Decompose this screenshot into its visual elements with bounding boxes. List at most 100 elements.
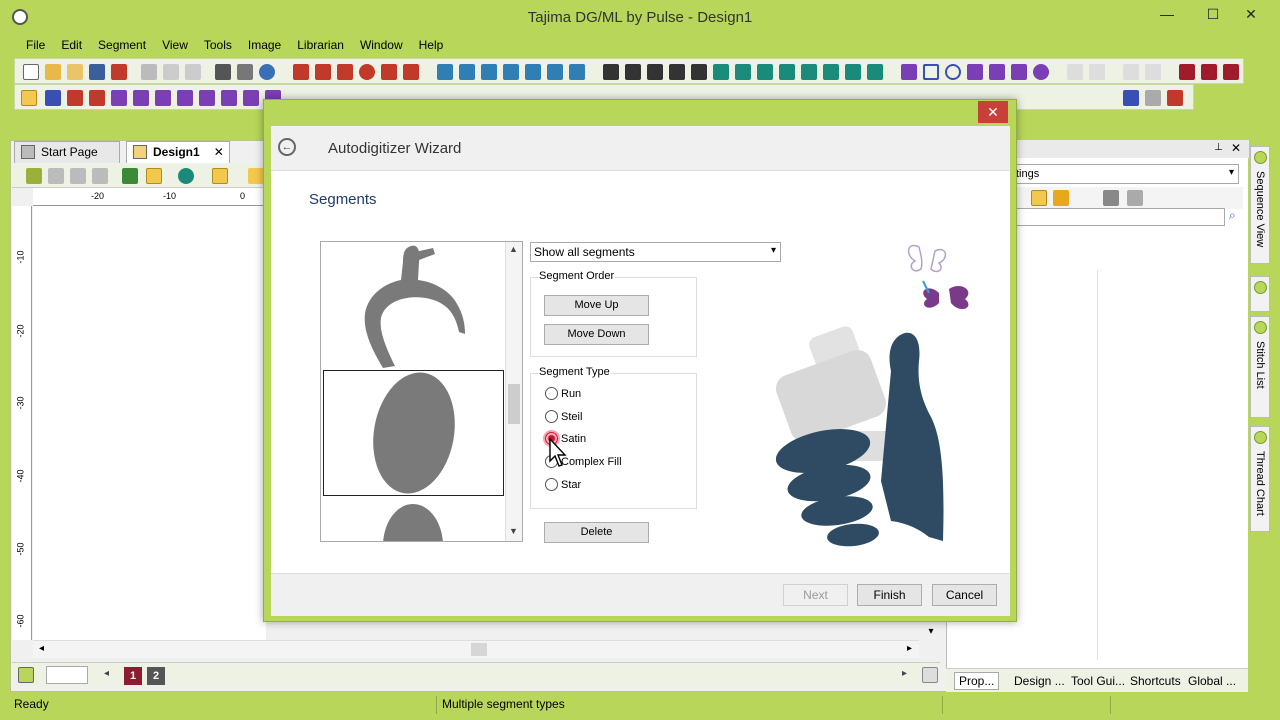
applique-icon[interactable] — [337, 64, 353, 80]
knife-icon[interactable] — [221, 90, 237, 106]
zoom-icon[interactable] — [178, 168, 194, 184]
text-shape-icon[interactable] — [1011, 64, 1027, 80]
side-tab-thread-chart[interactable]: Thread Chart — [1250, 426, 1270, 532]
arc-icon[interactable] — [1033, 64, 1049, 80]
properties-select[interactable]: tings ▾ — [1013, 164, 1239, 184]
disabled-tool-1-icon[interactable] — [1067, 64, 1083, 80]
segment-list-scrollbar[interactable]: ▲ ▼ — [505, 242, 522, 541]
machine-icon[interactable] — [1223, 64, 1239, 80]
fill-tool-12-icon[interactable] — [845, 64, 861, 80]
scroll-down-icon[interactable]: ▼ — [509, 526, 518, 536]
star-icon[interactable] — [1053, 190, 1069, 206]
stitch-filter-icon[interactable] — [48, 168, 64, 184]
settings-icon[interactable] — [1103, 190, 1119, 206]
menu-edit[interactable]: Edit — [53, 34, 90, 56]
fill-tool-4-icon[interactable] — [669, 64, 685, 80]
text-box-icon[interactable] — [403, 64, 419, 80]
page-1-button[interactable]: 1 — [124, 667, 142, 685]
fill-tool-3-icon[interactable] — [647, 64, 663, 80]
tab-properties[interactable]: Prop... — [954, 672, 1000, 690]
side-tab-stitch-list[interactable]: Stitch List — [1250, 316, 1270, 418]
scroll-left-icon[interactable]: ◂ — [39, 643, 44, 654]
color-palette-icon[interactable] — [18, 667, 34, 683]
draw-line-icon[interactable] — [901, 64, 917, 80]
cut-icon[interactable] — [141, 64, 157, 80]
side-tab-sequence-view[interactable]: Sequence View — [1250, 146, 1270, 264]
save-as-icon[interactable] — [111, 64, 127, 80]
fill-tool-1-icon[interactable] — [603, 64, 619, 80]
maximize-button[interactable]: ☐ — [1198, 4, 1228, 24]
panel-search-input[interactable] — [1013, 208, 1225, 226]
print-icon[interactable] — [215, 64, 231, 80]
scissors-icon[interactable] — [243, 90, 259, 106]
menu-view[interactable]: View — [154, 34, 196, 56]
grid-icon[interactable] — [146, 168, 162, 184]
transform-icon[interactable] — [155, 90, 171, 106]
lasso-icon[interactable] — [45, 90, 61, 106]
tab-close-icon[interactable]: ✕ — [214, 145, 224, 159]
radio-star-circle[interactable] — [545, 477, 558, 491]
segment-item[interactable] — [323, 498, 504, 541]
lightning-icon[interactable] — [1127, 190, 1143, 206]
stitch-tool-7-icon[interactable] — [569, 64, 585, 80]
prev-page-icon[interactable]: ◂ — [104, 668, 109, 679]
stitch-tool-3-icon[interactable] — [481, 64, 497, 80]
menu-tools[interactable]: Tools — [196, 34, 240, 56]
sort-icon[interactable] — [1031, 190, 1047, 206]
stitch-filter-3-icon[interactable] — [92, 168, 108, 184]
print-preview-icon[interactable] — [237, 64, 253, 80]
shape-icon[interactable] — [967, 64, 983, 80]
segment-item[interactable] — [323, 242, 504, 368]
delete-x-icon[interactable] — [1167, 90, 1183, 106]
tab-shortcuts[interactable]: Shortcuts — [1130, 674, 1181, 688]
fit-page-icon[interactable] — [922, 667, 938, 683]
segment-preview-list[interactable]: ▲ ▼ — [320, 241, 523, 542]
eye-icon[interactable] — [199, 90, 215, 106]
menu-image[interactable]: Image — [240, 34, 289, 56]
stitch-tool-1-icon[interactable] — [437, 64, 453, 80]
radio-run[interactable]: Run — [545, 386, 581, 403]
rectangle-icon[interactable] — [923, 64, 939, 80]
horizontal-scrollbar[interactable]: ◂ ▸ — [33, 640, 919, 658]
disabled-tool-4-icon[interactable] — [1145, 64, 1161, 80]
search-icon[interactable]: ⌕ — [1229, 208, 1236, 223]
radio-star[interactable]: Star — [545, 477, 581, 494]
export-icon[interactable] — [1179, 64, 1195, 80]
pin-icon[interactable]: ⊥ — [1214, 142, 1223, 153]
scroll-thumb[interactable] — [471, 643, 487, 656]
fill-tool-8-icon[interactable] — [757, 64, 773, 80]
radio-steil[interactable]: Steil — [545, 409, 582, 426]
menu-file[interactable]: File — [18, 34, 53, 56]
minimize-button[interactable]: — — [1152, 4, 1182, 24]
undo-icon[interactable] — [1123, 90, 1139, 106]
select-arrow-icon[interactable] — [21, 90, 37, 106]
menu-help[interactable]: Help — [411, 34, 452, 56]
fill-tool-10-icon[interactable] — [801, 64, 817, 80]
import-icon[interactable] — [1201, 64, 1217, 80]
move-up-button[interactable]: Move Up — [544, 295, 649, 316]
help-icon[interactable] — [259, 64, 275, 80]
segment-scroll-thumb[interactable] — [508, 384, 520, 424]
stitch-tool-6-icon[interactable] — [547, 64, 563, 80]
scroll-right-icon[interactable]: ▸ — [907, 643, 912, 654]
fill-tool-13-icon[interactable] — [867, 64, 883, 80]
skew-icon[interactable] — [177, 90, 193, 106]
view-image-icon[interactable] — [122, 168, 138, 184]
menu-librarian[interactable]: Librarian — [289, 34, 352, 56]
paste-icon[interactable] — [185, 64, 201, 80]
open-folder-icon[interactable] — [45, 64, 61, 80]
reshape-icon[interactable] — [67, 90, 83, 106]
tab-tool-guide[interactable]: Tool Gui... — [1071, 674, 1125, 688]
text-tool-icon[interactable] — [293, 64, 309, 80]
tab-start-page[interactable]: Start Page — [14, 141, 120, 163]
radio-run-circle[interactable] — [545, 386, 558, 400]
dialog-close-button[interactable]: ✕ — [978, 101, 1008, 123]
cancel-button[interactable]: Cancel — [932, 584, 997, 606]
edit-shape-icon[interactable] — [989, 64, 1005, 80]
disabled-tool-3-icon[interactable] — [1123, 64, 1139, 80]
fill-tool-5-icon[interactable] — [691, 64, 707, 80]
menu-window[interactable]: Window — [352, 34, 411, 56]
abc-text-icon[interactable] — [381, 64, 397, 80]
rotate-icon[interactable] — [133, 90, 149, 106]
stitch-tool-5-icon[interactable] — [525, 64, 541, 80]
